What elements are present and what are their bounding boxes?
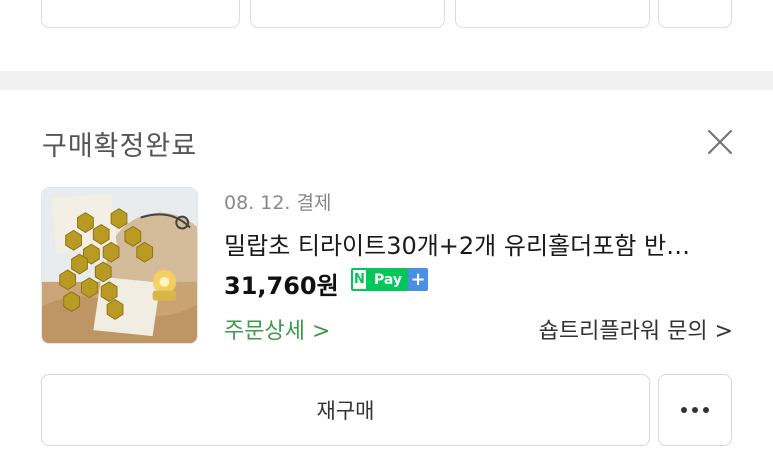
product-thumbnail[interactable] xyxy=(41,187,198,344)
order-status: 구매확정완료 xyxy=(42,131,198,162)
more-options-button[interactable] xyxy=(658,374,732,446)
previous-order-actions xyxy=(0,0,773,60)
pay-label: Pay xyxy=(368,268,409,291)
previous-order-action-button-3[interactable] xyxy=(455,0,650,28)
product-price: 31,760원 xyxy=(224,272,339,300)
section-divider xyxy=(0,71,773,90)
previous-order-action-button-2[interactable] xyxy=(250,0,445,28)
naver-pay-badge: N Pay + xyxy=(351,268,429,291)
previous-order-action-button-1[interactable] xyxy=(41,0,240,28)
product-name[interactable]: 밀랍초 티라이트30개+2개 유리홀더포함 반… xyxy=(224,226,694,261)
naver-n-icon: N xyxy=(351,268,368,291)
rebuy-button[interactable]: 재구매 xyxy=(41,374,650,446)
more-icon xyxy=(681,407,709,413)
plus-icon: + xyxy=(408,268,429,291)
order-detail-link[interactable]: 주문상세 > xyxy=(224,313,330,345)
seller-inquiry-link[interactable]: 숍트리플라워 문의 > xyxy=(539,313,733,345)
close-icon[interactable] xyxy=(704,126,736,158)
previous-order-more-button[interactable] xyxy=(658,0,732,28)
payment-date: 08. 12. 결제 xyxy=(224,192,332,214)
